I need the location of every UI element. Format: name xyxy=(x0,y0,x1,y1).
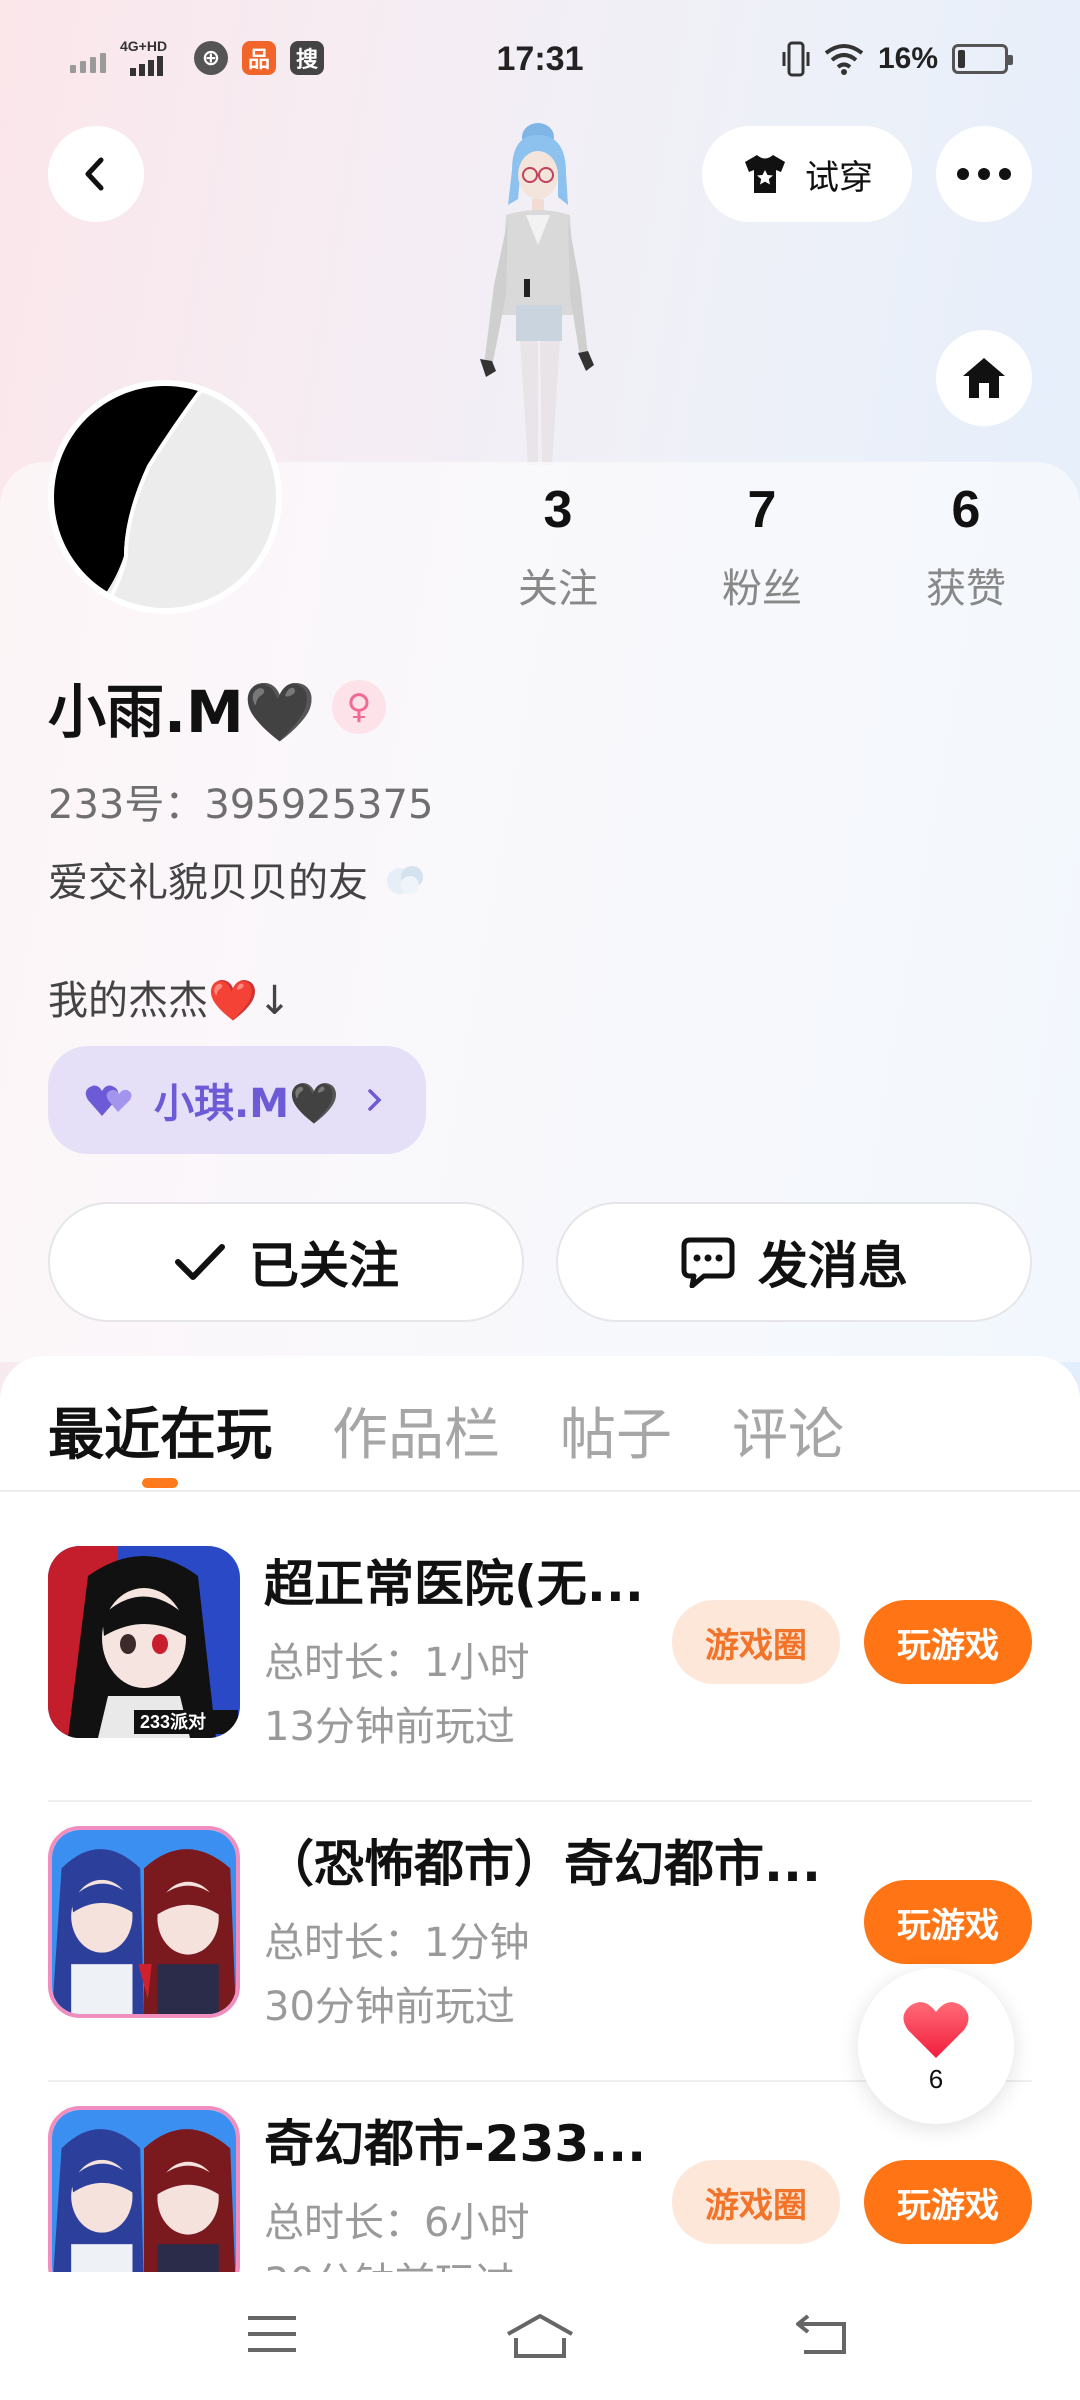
game-thumbnail xyxy=(48,1826,240,2018)
tab-works[interactable]: 作品栏 xyxy=(332,1390,500,1471)
tryon-button[interactable]: 试穿 xyxy=(702,126,912,222)
stat-label: 获赞 xyxy=(926,566,1006,612)
user-id[interactable]: 233号：395925375 xyxy=(48,772,433,830)
double-heart-icon xyxy=(85,1085,132,1116)
game-duration: 总时长：6小时 xyxy=(264,2200,530,2246)
like-count: 6 xyxy=(928,2063,944,2094)
play-game-button[interactable]: 玩游戏 xyxy=(864,1600,1032,1684)
message-label: 发消息 xyxy=(758,1237,908,1295)
chevron-right-icon xyxy=(368,1089,382,1111)
menu-icon[interactable] xyxy=(244,2312,300,2356)
vibrate-icon xyxy=(782,41,810,77)
wifi-icon xyxy=(824,44,864,75)
more-button[interactable] xyxy=(936,126,1032,222)
profile-tabs: 最近在玩 作品栏 帖子 评论 xyxy=(0,1380,1080,1490)
followed-button[interactable]: 已关注 xyxy=(48,1202,524,1322)
stat-label: 关注 xyxy=(518,566,598,612)
like-button[interactable]: 6 xyxy=(858,1968,1014,2124)
game-badge: 233派对 xyxy=(140,1712,207,1732)
bio-text: 爱交礼貌贝贝的友 xyxy=(48,860,368,906)
game-circle-button[interactable]: 游戏圈 xyxy=(672,2160,840,2244)
stat-number: 3 xyxy=(543,481,573,539)
stat-likes[interactable]: 6 获赞 xyxy=(886,480,1046,614)
game-duration: 总时长：1分钟 xyxy=(264,1920,530,1966)
game-thumbnail xyxy=(48,2106,240,2272)
followed-label: 已关注 xyxy=(249,1237,399,1295)
relationship-name: 小琪.M🖤 xyxy=(154,1081,339,1127)
bio-line-2: 我的杰杰❤️↓ xyxy=(48,978,292,1024)
game-last-played: 30分钟前玩过 xyxy=(264,1984,515,2030)
message-button[interactable]: 发消息 xyxy=(556,1202,1032,1322)
stats-row: 3 关注 7 粉丝 6 获赞 xyxy=(0,480,1080,620)
username: 小雨.M🖤 xyxy=(48,678,316,746)
tab-recent-play[interactable]: 最近在玩 xyxy=(48,1390,272,1471)
home-button[interactable] xyxy=(936,330,1032,426)
chat-bubble-icon xyxy=(681,1237,735,1288)
divider xyxy=(0,1490,1080,1492)
battery-percent: 16% xyxy=(877,42,938,75)
play-game-button[interactable]: 玩游戏 xyxy=(864,1880,1032,1964)
stat-followers[interactable]: 7 粉丝 xyxy=(682,480,842,614)
stat-number: 7 xyxy=(747,481,777,539)
female-icon: ♀ xyxy=(331,680,386,734)
battery-icon xyxy=(952,44,1013,74)
tshirt-icon xyxy=(745,155,785,193)
bio-line-1: 爱交礼貌贝贝的友 xyxy=(48,850,430,908)
character-model[interactable] xyxy=(420,115,650,465)
steam-icon xyxy=(387,866,423,894)
stat-label: 粉丝 xyxy=(722,566,802,612)
home-nav-icon[interactable] xyxy=(504,2312,576,2360)
active-tab-indicator xyxy=(142,1478,178,1488)
tab-comments[interactable]: 评论 xyxy=(732,1390,844,1471)
game-duration: 总时长：1小时 xyxy=(264,1640,530,1686)
stat-number: 6 xyxy=(951,481,981,539)
game-thumbnail: 233派对 xyxy=(48,1546,240,1738)
tryon-label: 试穿 xyxy=(805,157,873,198)
game-title: （恐怖都市）奇幻都市... xyxy=(264,1835,821,1893)
status-bar: 4G+HD ⊕ 品 搜 17:31 16% xyxy=(0,0,1080,110)
tab-posts[interactable]: 帖子 xyxy=(560,1390,672,1471)
username-row: 小雨.M🖤 ♀ xyxy=(48,672,386,746)
stat-following[interactable]: 3 关注 xyxy=(478,480,638,614)
game-last-played: 13分钟前玩过 xyxy=(264,1704,515,1750)
home-icon xyxy=(963,358,1005,398)
game-circle-button[interactable]: 游戏圈 xyxy=(672,1600,840,1684)
game-last-played: 30分钟前玩过 xyxy=(264,2250,515,2272)
back-nav-icon[interactable] xyxy=(794,2312,850,2356)
chevron-left-icon xyxy=(85,157,104,191)
game-item[interactable]: 233派对 超正常医院(无... 总时长：1小时 13分钟前玩过 游戏圈 玩游戏 xyxy=(0,1522,1080,1802)
system-nav-bar xyxy=(0,2272,1080,2400)
heart-icon xyxy=(903,2001,969,2058)
back-button[interactable] xyxy=(48,126,144,222)
more-dots-icon xyxy=(957,168,1011,180)
check-icon xyxy=(175,1244,225,1280)
play-game-button[interactable]: 玩游戏 xyxy=(864,2160,1032,2244)
relationship-chip[interactable]: 小琪.M🖤 xyxy=(48,1046,426,1154)
